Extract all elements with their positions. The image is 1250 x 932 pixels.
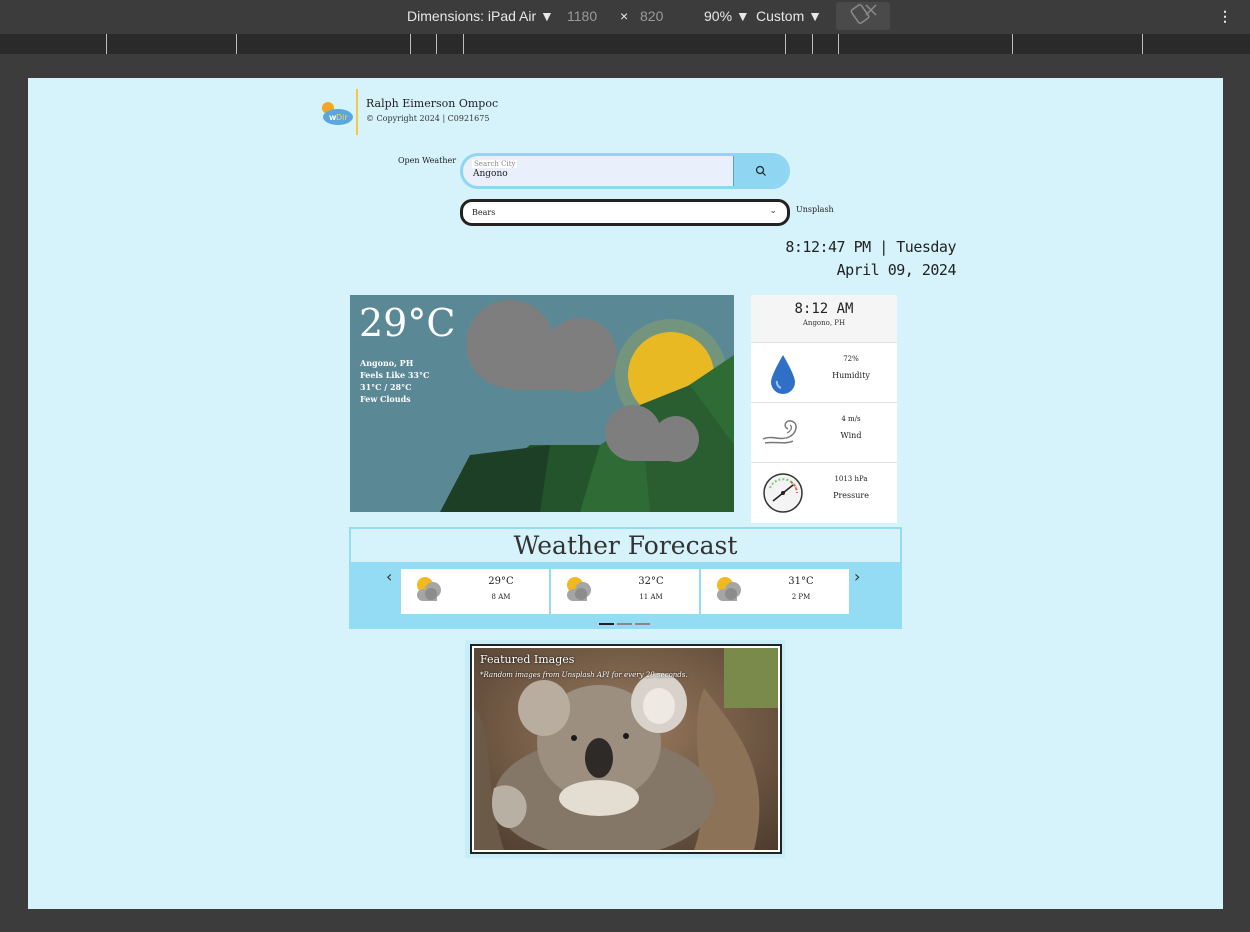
throttle-dropdown[interactable]: Custom ▼	[756, 8, 822, 24]
forecast-section: Weather Forecast ‹ › 29°C 8 AM 32°C 11 A…	[349, 527, 902, 629]
temp-range: 31°C / 28°C	[360, 382, 412, 392]
forecast-time: 2 PM	[791, 593, 811, 601]
search-button[interactable]	[733, 156, 787, 186]
water-drop-icon	[771, 355, 795, 394]
local-time: 8:12 AM	[794, 301, 854, 317]
rotate-device-button[interactable]	[836, 2, 890, 30]
carousel-dot-3[interactable]	[635, 623, 650, 625]
image-category-select[interactable]: Bears ⌄	[460, 199, 790, 226]
feels-like: Feels Like 33°C	[360, 370, 430, 380]
current-weather-card: 29°C Angono, PH Feels Like 33°C 31°C / 2…	[350, 295, 734, 512]
media-query-ruler	[0, 34, 1250, 54]
wind-label: Wind	[840, 431, 862, 440]
humidity-label: Humidity	[832, 371, 870, 380]
open-weather-label: Open Weather	[398, 156, 457, 165]
city-search-input[interactable]: Angono	[473, 169, 508, 179]
current-location: Angono, PH	[360, 358, 414, 368]
device-dimensions-dropdown[interactable]: Dimensions: iPad Air ▼	[407, 8, 554, 24]
zoom-dropdown[interactable]: 90% ▼	[704, 8, 750, 24]
forecast-card: 32°C 11 AM	[551, 569, 699, 614]
page-viewport: w Dir Ralph Eimerson Ompoc © Copyright 2…	[28, 78, 1223, 909]
forecast-next-button[interactable]: ›	[854, 567, 860, 586]
rotate-icon	[850, 4, 877, 24]
header-divider	[356, 89, 358, 135]
carousel-indicators	[599, 610, 653, 629]
featured-images-title: Featured Images	[480, 653, 575, 666]
current-time-day: 8:12:47 PM | Tuesday	[785, 238, 956, 256]
devtools-toolbar: Dimensions: iPad Air ▼ 1180 × 820 90% ▼ …	[0, 0, 1250, 34]
more-options-icon[interactable]: ⋮	[1218, 8, 1232, 25]
forecast-time: 8 AM	[491, 593, 511, 601]
forecast-card: 31°C 2 PM	[701, 569, 849, 614]
carousel-dot-2[interactable]	[617, 623, 632, 625]
local-location: Angono, PH	[802, 319, 846, 327]
search-placeholder: Search City	[472, 160, 518, 168]
dimension-separator: ×	[620, 8, 629, 24]
weather-condition: Few Clouds	[360, 394, 411, 404]
pressure-value: 1013 hPa	[834, 475, 868, 483]
app-logo: w Dir	[322, 102, 353, 125]
pressure-metric: 1013 hPa Pressure	[751, 463, 897, 523]
wind-icon	[762, 420, 797, 444]
forecast-temp: 32°C	[638, 576, 664, 587]
svg-text:Dir: Dir	[336, 113, 348, 122]
current-temperature: 29°C	[359, 301, 456, 345]
forecast-card: 29°C 8 AM	[401, 569, 549, 614]
pressure-gauge-icon	[763, 473, 803, 513]
current-date: April 09, 2024	[836, 261, 957, 279]
featured-images-subtitle: *Random images from Unsplash API for eve…	[480, 671, 688, 679]
author-name: Ralph Eimerson Ompoc	[366, 97, 499, 110]
partly-cloudy-icon	[417, 577, 441, 601]
viewport-height-input[interactable]: 820	[640, 8, 663, 24]
local-time-block: 8:12 AM Angono, PH	[751, 295, 897, 343]
featured-images-card: Featured Images *Random images from Unsp…	[470, 644, 782, 854]
weather-details-panel: 8:12 AM Angono, PH 72% Humidity 4 m/s Wi…	[751, 295, 897, 523]
carousel-dot-1[interactable]	[599, 623, 614, 625]
copyright-text: © Copyright 2024 | C0921675	[366, 114, 490, 123]
viewport-width-input[interactable]: 1180	[567, 8, 597, 24]
partly-cloudy-icon	[567, 577, 591, 601]
wind-metric: 4 m/s Wind	[751, 403, 897, 463]
city-search-field[interactable]: Search City Angono	[460, 153, 790, 189]
unsplash-label: Unsplash	[796, 205, 834, 214]
chevron-down-icon: ⌄	[769, 206, 777, 216]
wind-value: 4 m/s	[841, 415, 861, 423]
pressure-label: Pressure	[833, 491, 869, 500]
humidity-value: 72%	[843, 355, 859, 363]
forecast-prev-button[interactable]: ‹	[386, 567, 392, 586]
forecast-temp: 31°C	[788, 576, 814, 587]
humidity-metric: 72% Humidity	[751, 343, 897, 403]
forecast-title: Weather Forecast	[349, 527, 902, 564]
search-icon	[755, 165, 766, 176]
forecast-time: 11 AM	[639, 593, 663, 601]
image-category-value: Bears	[472, 208, 496, 217]
forecast-temp: 29°C	[488, 576, 514, 587]
partly-cloudy-icon	[717, 577, 741, 601]
